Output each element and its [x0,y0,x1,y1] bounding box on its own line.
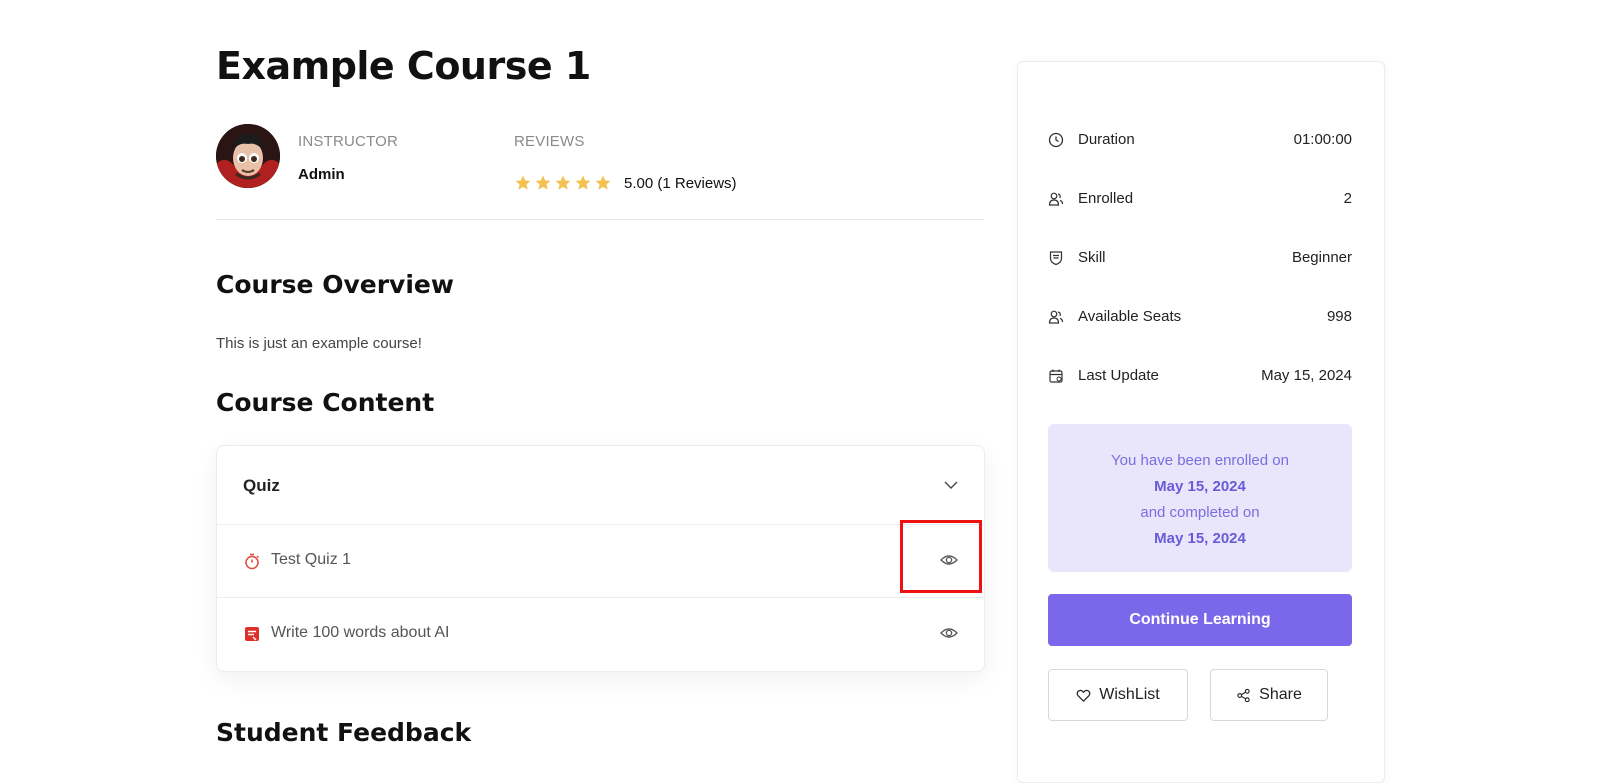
info-row-skill: Skill Beginner [1048,248,1352,270]
wishlist-button[interactable]: WishList [1048,669,1188,721]
info-label: Enrolled [1078,190,1134,207]
share-icon [1237,688,1250,702]
star-icon [515,175,531,190]
highlight-box [900,520,982,593]
users-icon [1048,192,1064,206]
topic-header-quiz[interactable]: Quiz [217,446,984,525]
info-value: Beginner [1291,249,1352,266]
completed-date: May 15, 2024 [1154,530,1246,547]
enrolled-date: May 15, 2024 [1154,478,1246,495]
info-value: 2 [1343,190,1352,207]
star-icon [555,175,571,190]
assignment-icon [245,627,259,641]
info-value: 01:00:00 [1293,131,1352,148]
info-row-available-seats: Available Seats 998 [1048,307,1352,329]
share-button[interactable]: Share [1210,669,1328,721]
heart-icon [1076,689,1091,702]
lesson-item[interactable]: Test Quiz 1 [217,525,984,598]
enrolled-line: You have been enrolled on [1111,452,1289,469]
star-icon [595,175,611,190]
info-row-enrolled: Enrolled 2 [1048,189,1352,211]
instructor-name[interactable]: Admin [298,166,345,183]
topic-title: Quiz [243,476,280,495]
instructor-label: INSTRUCTOR [298,133,399,150]
lesson-label: Test Quiz 1 [271,551,352,568]
content-heading: Course Content [216,388,435,417]
reviews-label: REVIEWS [514,133,585,150]
star-icon [575,175,591,190]
info-label: Skill [1078,249,1106,266]
divider [216,219,984,220]
quiz-timer-icon [245,553,260,570]
course-content-accordion: Quiz Test Quiz 1 Write 100 words about A… [216,445,985,672]
feedback-heading: Student Feedback [216,718,472,747]
completed-line: and completed on [1140,504,1260,521]
chevron-down-icon[interactable] [944,478,958,492]
info-value: 998 [1326,308,1352,325]
info-label: Available Seats [1078,308,1182,325]
lesson-label: Write 100 words about AI [271,624,450,641]
wishlist-label: WishList [1099,686,1160,703]
overview-text: This is just an example course! [216,335,422,352]
course-title: Example Course 1 [216,44,591,88]
info-value: May 15, 2024 [1261,367,1352,384]
rating-text: 5.00 (1 Reviews) [624,175,737,192]
info-row-last-update: Last Update May 15, 2024 [1048,366,1352,388]
info-label: Last Update [1078,367,1159,384]
lesson-item[interactable]: Write 100 words about AI [217,598,984,670]
eye-icon[interactable] [940,626,958,640]
continue-learning-button[interactable]: Continue Learning [1048,594,1352,646]
instructor-avatar[interactable] [216,124,280,188]
overview-heading: Course Overview [216,270,454,299]
info-label: Duration [1078,131,1135,148]
seats-icon [1048,310,1064,324]
info-row-duration: Duration 01:00:00 [1048,130,1352,152]
rating-stars [514,174,612,192]
calendar-icon [1049,369,1063,383]
course-sidebar: Duration 01:00:00 Enrolled 2 Skill Begin… [1017,61,1385,783]
enrollment-status-box: You have been enrolled on May 15, 2024 a… [1048,424,1352,572]
star-icon [535,175,551,190]
share-label: Share [1259,686,1302,703]
clock-icon [1048,132,1064,148]
skill-shield-icon [1049,251,1063,266]
avatar-image [216,124,280,188]
